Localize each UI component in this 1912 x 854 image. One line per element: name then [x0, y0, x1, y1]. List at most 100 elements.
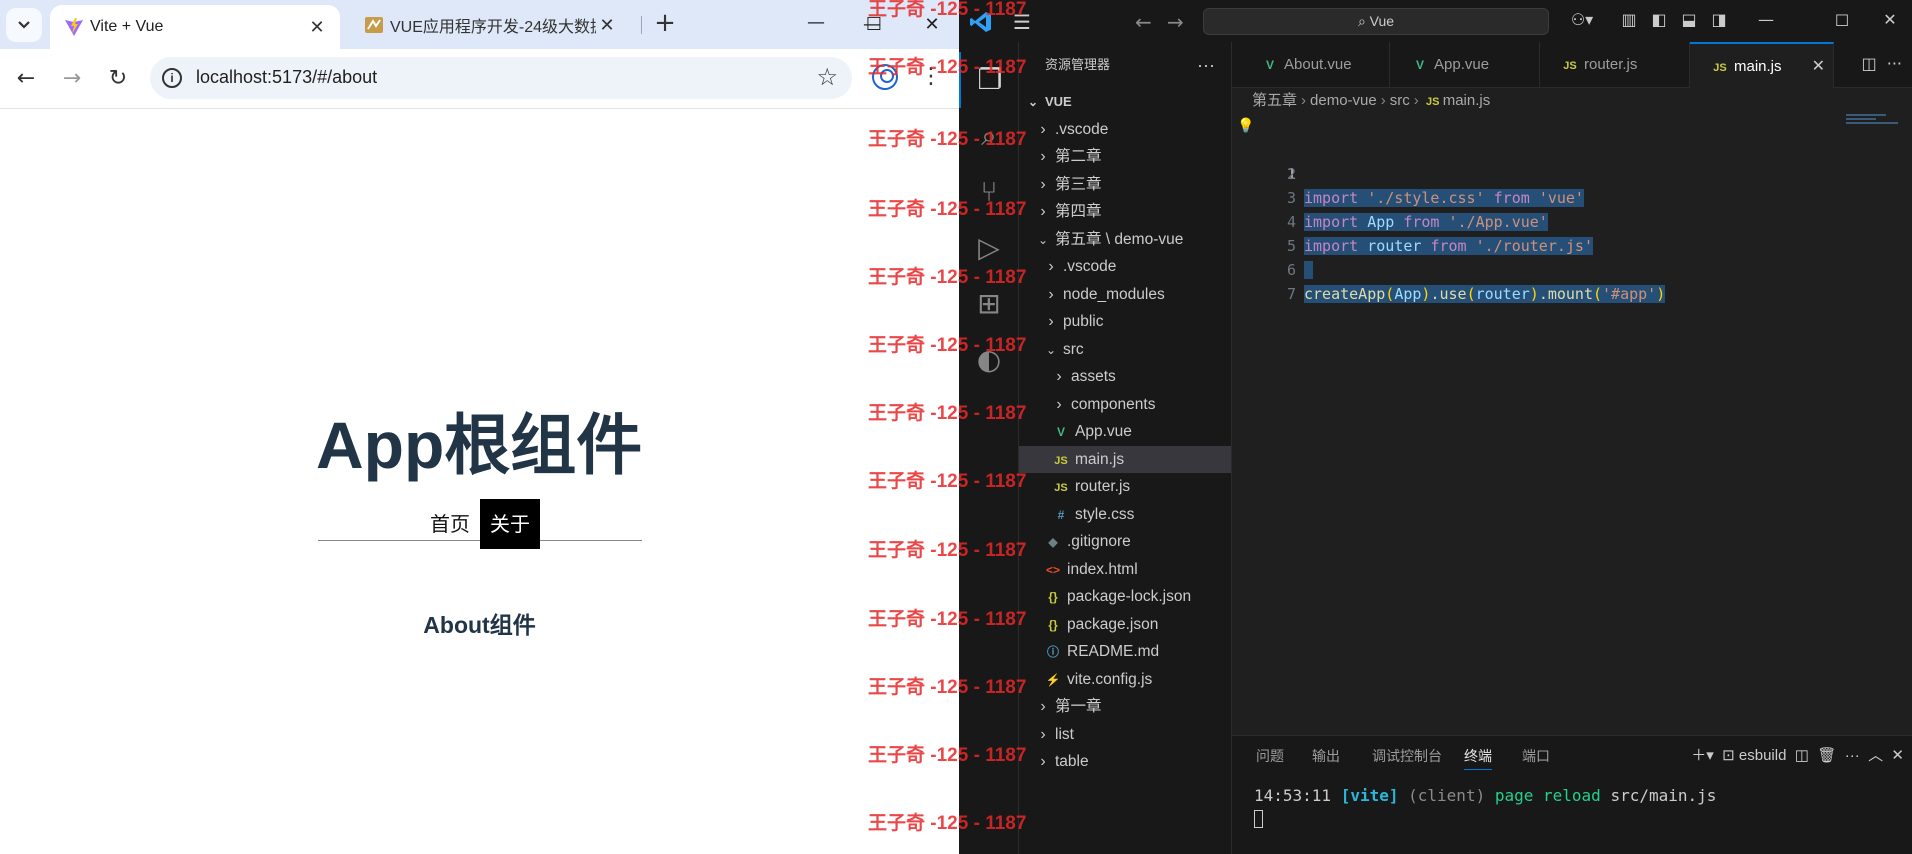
- tree-folder[interactable]: › .vscode: [1019, 253, 1231, 281]
- tree-folder[interactable]: ⌄ src: [1019, 336, 1231, 364]
- run-debug-icon[interactable]: ▷: [959, 220, 1019, 276]
- tree-file[interactable]: JS router.js: [1019, 473, 1231, 501]
- trash-icon[interactable]: 🗑: [1817, 747, 1836, 764]
- breadcrumb-item[interactable]: 第五章: [1252, 92, 1297, 109]
- toggle-secondary-sidebar-icon[interactable]: ◨: [1708, 9, 1730, 31]
- code-editor[interactable]: 💡 1 import { createApp } from 'vue' 2 im…: [1232, 114, 1912, 303]
- tree-folder[interactable]: › 第一章: [1019, 693, 1231, 721]
- explorer-icon[interactable]: ❐: [959, 52, 1019, 108]
- extensions-icon[interactable]: ⊞: [959, 276, 1019, 332]
- minimize-icon[interactable]: —: [1755, 9, 1777, 31]
- close-icon[interactable]: ✕: [1812, 44, 1825, 90]
- breadcrumb-item[interactable]: src: [1390, 92, 1410, 109]
- tree-folder[interactable]: › 第四章: [1019, 198, 1231, 226]
- vue-file-icon: V: [1415, 58, 1424, 72]
- tree-file[interactable]: {} package-lock.json: [1019, 583, 1231, 611]
- nav-link-home[interactable]: 首页: [420, 499, 480, 549]
- tree-folder[interactable]: ⌄ 第五章 \ demo-vue: [1019, 226, 1231, 254]
- close-icon[interactable]: ✕: [596, 15, 618, 36]
- editor-tab-router-js[interactable]: JS router.js: [1540, 42, 1690, 88]
- toggle-sidebar-icon[interactable]: ◧: [1648, 9, 1670, 31]
- editor-tab-about-vue[interactable]: V About.vue: [1240, 42, 1390, 88]
- chevron-up-icon[interactable]: ︿: [1868, 747, 1883, 764]
- command-center-search[interactable]: ⌕ Vue: [1203, 8, 1549, 35]
- tree-file[interactable]: # style.css: [1019, 501, 1231, 529]
- menu-icon[interactable]: ☰: [1013, 10, 1031, 34]
- split-terminal-icon[interactable]: ◫: [1795, 747, 1809, 764]
- customize-layout-icon[interactable]: ▥: [1618, 9, 1640, 31]
- panel-tab-terminal[interactable]: 终端: [1464, 742, 1492, 770]
- bookmark-star-icon[interactable]: ☆: [816, 63, 838, 91]
- profile-icon[interactable]: [872, 64, 898, 90]
- close-icon[interactable]: ✕: [306, 17, 328, 38]
- toggle-panel-icon[interactable]: ⬓: [1678, 9, 1700, 31]
- tree-item-label: 第一章: [1055, 698, 1102, 715]
- minimize-window-icon[interactable]: —: [796, 8, 836, 38]
- tree-folder[interactable]: › public: [1019, 308, 1231, 336]
- tab-search-button[interactable]: [6, 8, 42, 42]
- maximize-icon[interactable]: ☐: [854, 10, 894, 40]
- edge-devtools-icon[interactable]: ◐: [959, 332, 1019, 388]
- browser-tab-inactive[interactable]: VUE应用程序开发-24级大数据 ✕: [350, 5, 630, 45]
- new-tab-button[interactable]: +: [650, 9, 680, 39]
- close-window-icon[interactable]: ✕: [1879, 9, 1901, 31]
- tree-folder[interactable]: › components: [1019, 391, 1231, 419]
- more-actions-icon[interactable]: ···: [1197, 42, 1215, 88]
- split-editor-icon[interactable]: ◫ ···: [1861, 54, 1902, 73]
- panel-tab-output[interactable]: 输出: [1312, 742, 1340, 770]
- breadcrumb-item[interactable]: main.js: [1443, 92, 1491, 109]
- search-icon[interactable]: ⌕: [959, 108, 1019, 164]
- breadcrumb-item[interactable]: demo-vue: [1310, 92, 1377, 109]
- tree-folder[interactable]: › .vscode: [1019, 116, 1231, 144]
- tree-folder[interactable]: › node_modules: [1019, 281, 1231, 309]
- reload-icon[interactable]: ↻: [102, 63, 134, 95]
- chevron-right-icon: ›: [1040, 120, 1046, 138]
- tree-file[interactable]: <> index.html: [1019, 556, 1231, 584]
- source-control-icon[interactable]: ⑂: [959, 164, 1019, 220]
- forward-arrow-icon[interactable]: →: [56, 63, 88, 95]
- close-icon[interactable]: ✕: [1891, 747, 1904, 764]
- address-url[interactable]: localhost:5173/#/about: [196, 67, 377, 88]
- tree-file[interactable]: ⚡ vite.config.js: [1019, 666, 1231, 694]
- tree-file[interactable]: V App.vue: [1019, 418, 1231, 446]
- tree-file[interactable]: JS main.js: [1019, 445, 1231, 473]
- tree-item-label: index.html: [1067, 560, 1138, 578]
- editor-tab-label: App.vue: [1434, 56, 1490, 73]
- back-arrow-icon[interactable]: ←: [1135, 10, 1152, 34]
- browser-menu-icon[interactable]: ⋮: [920, 62, 942, 92]
- terminal-prompt[interactable]: [1254, 808, 1263, 828]
- chevron-right-icon: ›: [1048, 258, 1054, 275]
- explorer-root[interactable]: ⌄ VUE: [1019, 88, 1231, 116]
- lightbulb-icon[interactable]: 💡: [1237, 114, 1254, 138]
- more-actions-icon[interactable]: ···: [1845, 747, 1860, 764]
- copilot-icon[interactable]: ⚇▾: [1565, 9, 1599, 31]
- code-line: 💡 1 import { createApp } from 'vue': [1232, 114, 1912, 207]
- site-info-icon[interactable]: i: [162, 68, 182, 88]
- browser-tab-active[interactable]: Vite + Vue ✕: [50, 5, 340, 49]
- terminal-name[interactable]: esbuild: [1739, 747, 1787, 764]
- panel-tab-problems[interactable]: 问题: [1256, 742, 1284, 770]
- tree-folder[interactable]: › table: [1019, 748, 1231, 776]
- editor-tabs: V About.vue V App.vue JS router.js JS main.j…: [1232, 42, 1912, 88]
- tree-item-label: .vscode: [1055, 120, 1109, 138]
- maximize-icon[interactable]: ☐: [1831, 10, 1853, 32]
- panel-tab-ports[interactable]: 端口: [1522, 742, 1550, 770]
- address-bar[interactable]: i localhost:5173/#/about ☆: [150, 57, 852, 99]
- nav-link-about[interactable]: 关于: [480, 499, 540, 549]
- chevron-right-icon: ›: [1048, 285, 1054, 303]
- tree-folder[interactable]: › 第三章: [1019, 171, 1231, 199]
- tree-file[interactable]: ⓘ README.md: [1019, 638, 1231, 666]
- new-terminal-icon[interactable]: ＋▾: [1691, 747, 1714, 764]
- tree-file[interactable]: ◆ .gitignore: [1019, 528, 1231, 556]
- tree-folder[interactable]: › list: [1019, 721, 1231, 749]
- editor-tab-main-js[interactable]: JS main.js ✕: [1690, 42, 1834, 88]
- tree-folder[interactable]: › 第二章: [1019, 143, 1231, 171]
- back-arrow-icon[interactable]: ←: [10, 63, 42, 95]
- minimap[interactable]: [1846, 114, 1902, 134]
- close-window-icon[interactable]: ✕: [912, 10, 952, 40]
- forward-arrow-icon[interactable]: →: [1167, 10, 1184, 34]
- tree-file[interactable]: {} package.json: [1019, 611, 1231, 639]
- panel-tab-debug-console[interactable]: 调试控制台: [1372, 742, 1442, 770]
- tree-folder[interactable]: › assets: [1019, 363, 1231, 391]
- editor-tab-app-vue[interactable]: V App.vue: [1390, 42, 1540, 88]
